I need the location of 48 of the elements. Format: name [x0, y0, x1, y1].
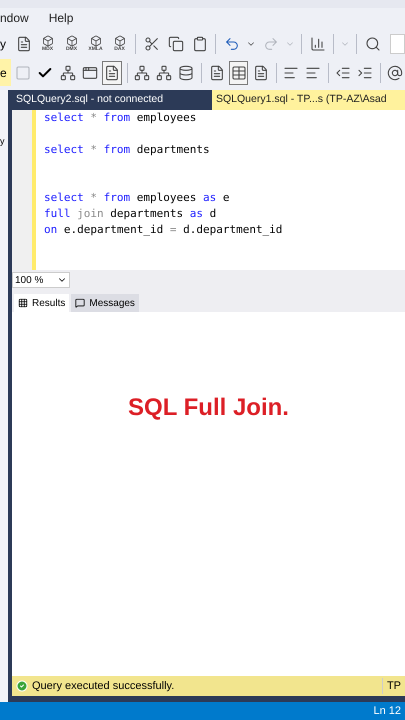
search-icon — [364, 36, 380, 52]
result-tab[interactable]: Messages — [71, 294, 139, 312]
document-button[interactable] — [102, 60, 122, 84]
cube-icon — [42, 35, 54, 47]
search-field[interactable] — [390, 34, 405, 54]
overlay-title: SQL Full Join. — [128, 393, 289, 423]
code-line: select * from employees — [44, 111, 196, 124]
menu-item[interactable]: Help — [48, 9, 74, 27]
document-icon — [16, 36, 32, 52]
document-icon — [252, 64, 269, 80]
grid-button[interactable] — [229, 60, 248, 84]
window-icon — [82, 64, 98, 80]
grid-icon — [230, 64, 247, 80]
server-label: TP — [382, 678, 401, 694]
result-tab[interactable]: Results — [14, 294, 70, 312]
database-icon — [178, 64, 194, 80]
at-icon — [387, 64, 404, 80]
toolbar-label: e — [0, 59, 11, 86]
document-icon — [104, 64, 120, 80]
code-line: on e.department_id = d.department_id — [44, 223, 282, 236]
chart-icon — [310, 36, 326, 52]
undo-icon — [224, 36, 240, 52]
zoom-dropdown[interactable]: 100 % — [12, 272, 70, 288]
tree-icon — [156, 64, 172, 80]
grid-icon — [18, 298, 28, 308]
menu-item[interactable]: ndow — [0, 9, 29, 27]
panel-label: y — [0, 135, 6, 148]
stop-icon — [15, 64, 32, 80]
document-tab[interactable]: SQLQuery1.sql - TP...s (TP-AZ\Asad — [212, 90, 405, 110]
paste-icon — [192, 36, 208, 52]
cube-icon — [114, 35, 126, 47]
line-position: Ln 12 — [373, 704, 401, 719]
cube-icon — [90, 35, 102, 47]
status-message: Query executed successfully. — [32, 678, 174, 694]
document-icon — [208, 64, 224, 80]
tree-icon — [134, 64, 150, 80]
document-tab[interactable]: SQLQuery2.sql - not connected — [12, 90, 212, 110]
message-icon — [75, 298, 86, 308]
code-line: full join departments as d — [44, 207, 216, 220]
toolbar-label: y — [0, 36, 7, 52]
tree-icon — [60, 64, 76, 80]
success-icon — [16, 680, 28, 692]
redo-icon — [262, 36, 278, 52]
cut-icon — [144, 36, 160, 52]
copy-icon — [168, 36, 184, 52]
cube-icon — [66, 35, 78, 47]
code-line: select * from departments — [44, 143, 210, 156]
code-line: select * from employees as e — [44, 191, 230, 204]
